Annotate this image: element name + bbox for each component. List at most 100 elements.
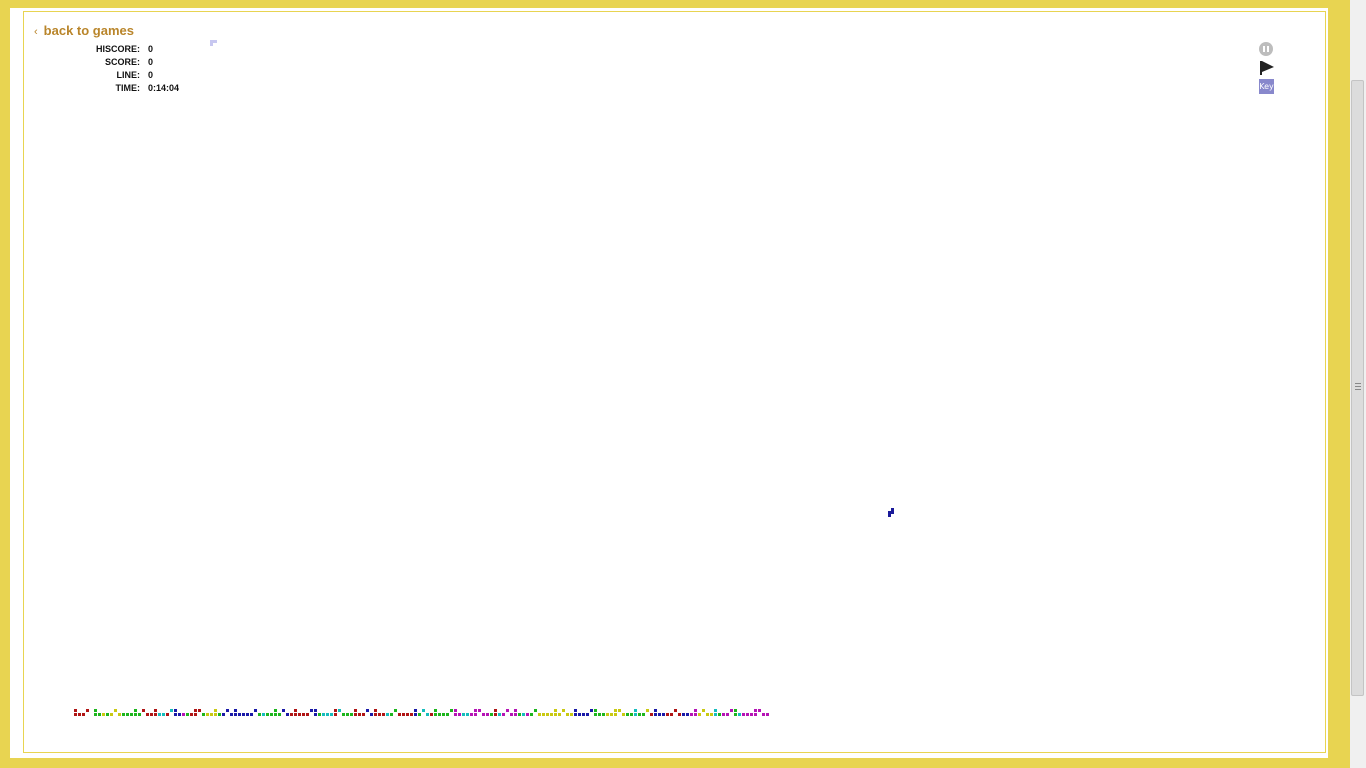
- pause-button[interactable]: [1259, 42, 1273, 56]
- stack-block: [98, 713, 101, 716]
- stack-block: [558, 713, 561, 716]
- stack-block: [402, 713, 405, 716]
- stack-block: [266, 713, 269, 716]
- stack-block: [542, 713, 545, 716]
- stack-block: [474, 713, 477, 716]
- stack-block: [554, 713, 557, 716]
- stack-block: [114, 709, 117, 712]
- back-to-games-link[interactable]: ‹ back to games: [34, 23, 134, 38]
- stack-block: [454, 713, 457, 716]
- stack-block: [630, 713, 633, 716]
- line-value: 0: [148, 70, 154, 80]
- stack-block: [442, 713, 445, 716]
- stack-block: [738, 713, 741, 716]
- stack-block: [466, 713, 469, 716]
- stack-block: [366, 709, 369, 712]
- stack-block: [762, 713, 765, 716]
- stack-block: [106, 713, 109, 716]
- stack-block: [518, 713, 521, 716]
- stack-block: [750, 713, 753, 716]
- stack-block: [130, 713, 133, 716]
- vertical-scrollbar[interactable]: [1350, 0, 1366, 768]
- stack-block: [606, 713, 609, 716]
- stack-block: [526, 713, 529, 716]
- stack-block: [374, 713, 377, 716]
- stack-block: [506, 709, 509, 712]
- stack-block: [682, 713, 685, 716]
- stack-block: [338, 709, 341, 712]
- stack-block: [102, 713, 105, 716]
- scrollbar-thumb[interactable]: [1351, 80, 1364, 696]
- stack-block: [254, 709, 257, 712]
- stack-block: [586, 713, 589, 716]
- stack-block: [726, 713, 729, 716]
- stack-block: [426, 713, 429, 716]
- stack-block: [330, 713, 333, 716]
- stack-block: [490, 713, 493, 716]
- stack-block: [654, 713, 657, 716]
- stack-block: [634, 713, 637, 716]
- stack-block: [354, 713, 357, 716]
- piece-stack: [74, 705, 804, 717]
- stack-block: [686, 713, 689, 716]
- time-value: 0:14:04: [148, 83, 180, 93]
- stack-block: [566, 713, 569, 716]
- stack-block: [326, 713, 329, 716]
- stack-block: [234, 709, 237, 712]
- stack-block: [582, 713, 585, 716]
- stack-block: [398, 713, 401, 716]
- stack-block: [742, 713, 745, 716]
- falling-piece-block: [891, 511, 894, 514]
- stack-block: [446, 713, 449, 716]
- stack-block: [538, 713, 541, 716]
- stack-block: [390, 713, 393, 716]
- pause-icon: [1267, 46, 1269, 52]
- stack-block: [450, 709, 453, 712]
- stack-block: [698, 713, 701, 716]
- stack-block: [278, 713, 281, 716]
- stack-block: [166, 713, 169, 716]
- stack-block: [170, 709, 173, 712]
- hiscore-row: HISCORE: 0: [70, 43, 179, 56]
- stack-block: [734, 713, 737, 716]
- play-button[interactable]: [1259, 60, 1275, 76]
- stack-block: [230, 713, 233, 716]
- stack-block: [94, 709, 97, 712]
- stack-block: [274, 713, 277, 716]
- falling-piece-block: [888, 514, 891, 517]
- stack-block: [158, 713, 161, 716]
- stack-block: [350, 713, 353, 716]
- falling-piece: [888, 508, 898, 520]
- score-value: 0: [148, 57, 154, 67]
- stack-block: [614, 709, 617, 712]
- stack-block: [194, 713, 197, 716]
- stack-block: [614, 713, 617, 716]
- stack-block: [334, 709, 337, 712]
- stack-block: [150, 713, 153, 716]
- stack-block: [522, 713, 525, 716]
- stack-block: [722, 713, 725, 716]
- stack-block: [126, 713, 129, 716]
- stack-block: [570, 713, 573, 716]
- stack-block: [546, 713, 549, 716]
- stack-block: [386, 713, 389, 716]
- stack-block: [198, 709, 201, 712]
- stack-block: [414, 713, 417, 716]
- stack-block: [658, 713, 661, 716]
- stack-block: [754, 709, 757, 712]
- stack-block: [110, 713, 113, 716]
- stack-block: [194, 709, 197, 712]
- stack-block: [414, 709, 417, 712]
- stack-block: [202, 713, 205, 716]
- stack-block: [706, 713, 709, 716]
- stack-block: [146, 713, 149, 716]
- key-button[interactable]: Key: [1259, 79, 1274, 94]
- scrollbar-grip-icon: [1355, 383, 1361, 390]
- stack-block: [754, 713, 757, 716]
- stack-block: [626, 713, 629, 716]
- stack-block: [610, 713, 613, 716]
- stack-block: [406, 713, 409, 716]
- stack-block: [494, 713, 497, 716]
- stack-block: [174, 709, 177, 712]
- stack-block: [646, 709, 649, 712]
